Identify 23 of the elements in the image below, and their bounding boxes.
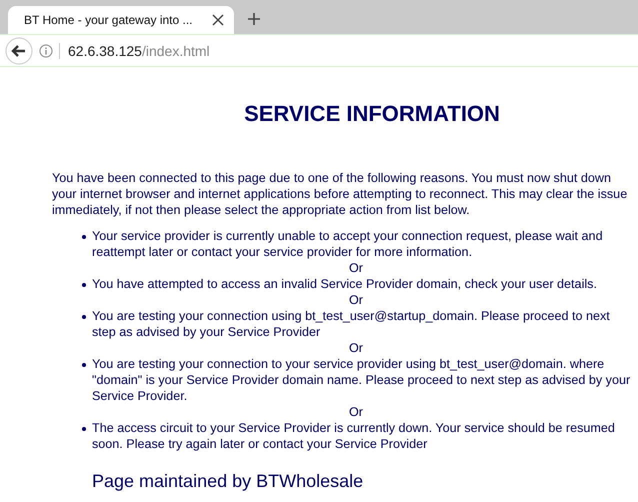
new-tab-icon[interactable] [248,13,260,25]
intro-paragraph: You have been connected to this page due to one of the following reasons. You must now shut down your internet browser and internet applications before attempting to reconnect. This may clear the issue immediately, if not then please select the appropriate action from list below. [52,170,628,218]
reason-text: You are testing your connection to your service provider using bt_test_user@domain. where "domain" is your Service Provider domain name. Please proceed to next step as advised by your Service Provider. [92,356,632,404]
browser-tab[interactable]: BT Home - your gateway into ... [8,6,234,34]
or-separator: Or [349,261,363,275]
reason-text: Your service provider is currently unable to accept your connection request, please wait and reattempt later or contact your service provider for more information. [92,228,604,260]
or-separator: Or [349,405,363,419]
info-icon[interactable] [39,44,53,58]
back-icon[interactable] [5,36,33,64]
page-heading: SERVICE INFORMATION [243,100,501,128]
or-separator: Or [349,293,363,307]
bullet-icon [82,427,86,431]
footer-text: Page maintained by BTWholesale [92,471,364,491]
bullet-icon [82,315,86,319]
or-separator: Or [349,341,363,355]
close-icon[interactable] [212,14,224,26]
bullet-icon [82,363,86,367]
reason-text: You have attempted to access an invalid Service Provider domain, check your user details. [92,276,597,292]
reason-text: The access circuit to your Service Provider is currently down. Your service should be resumed soon. Please try again later or contact your Service Provider [92,420,616,452]
reason-text: You are testing your connection using bt_test_user@startup_domain. Please proceed to next step as advised by your Service Provider [92,308,611,340]
address-field[interactable]: 62.6.38.125/index.html [66,42,210,58]
bullet-icon [82,235,86,239]
bullet-icon [82,283,86,287]
